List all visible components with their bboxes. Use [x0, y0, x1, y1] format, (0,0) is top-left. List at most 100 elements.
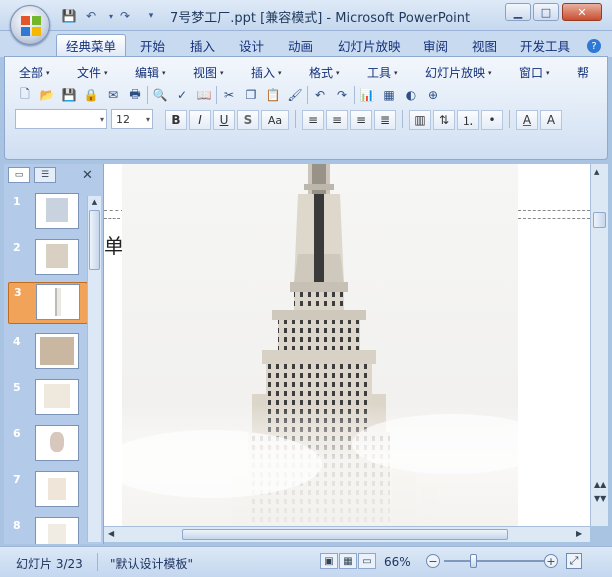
slide-thumbnail-image [35, 425, 79, 461]
menu-view[interactable]: 视图 ▾ [193, 64, 224, 81]
slide-thumbnail[interactable]: 7 [8, 470, 88, 510]
menu-edit[interactable]: 编辑 ▾ [135, 64, 166, 81]
scroll-right-icon[interactable]: ▶ [576, 529, 582, 538]
customize-qat-icon[interactable]: ▾ [142, 8, 160, 24]
scroll-thumb[interactable] [593, 212, 606, 228]
font-size-combo[interactable]: 12 ▾ [111, 109, 153, 129]
slide-photo[interactable] [122, 164, 518, 526]
align-right-icon[interactable]: ≡ [350, 110, 372, 130]
insert-table-icon[interactable]: ▦ [379, 85, 399, 105]
insert-chart-icon[interactable]: 📊 [357, 85, 377, 105]
menu-insert[interactable]: 插入 ▾ [251, 64, 282, 81]
research-icon[interactable]: 📖 [194, 85, 214, 105]
slideshow-icon[interactable]: ▭ [358, 553, 376, 569]
print-preview-icon[interactable]: 🔍 [150, 85, 170, 105]
menu-window[interactable]: 窗口 ▾ [519, 64, 550, 81]
tab-insert[interactable]: 插入 [181, 34, 224, 56]
tab-classic-menu[interactable]: 经典菜单 [56, 34, 127, 56]
menu-format[interactable]: 格式 ▾ [309, 64, 340, 81]
print-icon[interactable]: 🖶 [125, 85, 145, 105]
tab-slides[interactable]: ▭ [8, 167, 30, 183]
align-center-icon[interactable]: ≡ [326, 110, 348, 130]
permission-icon[interactable]: 🔒 [81, 85, 101, 105]
text-direction-icon[interactable]: ⇅ [433, 110, 455, 130]
tab-outline[interactable]: ☰ [34, 167, 56, 183]
menu-tools[interactable]: 工具 ▾ [367, 64, 398, 81]
scroll-up-icon[interactable]: ▲ [89, 198, 100, 208]
vertical-scrollbar[interactable]: ▲ ▲▲ ▼▼ [590, 164, 608, 526]
font-name-combo[interactable]: ▾ [15, 109, 107, 129]
open-icon[interactable]: 📂 [37, 85, 57, 105]
underline-button[interactable]: U [213, 110, 235, 130]
spelling-icon[interactable]: ✓ [172, 85, 192, 105]
zoom-in-icon[interactable]: + [544, 554, 558, 568]
office-button[interactable] [10, 5, 50, 45]
undo-icon[interactable]: ↶ [82, 8, 100, 24]
scroll-thumb[interactable] [182, 529, 508, 540]
previous-slide-icon[interactable]: ▲▲ [594, 480, 606, 489]
save-icon[interactable]: 💾 [60, 8, 78, 24]
menu-help[interactable]: 帮 [577, 64, 589, 81]
minimize-button[interactable]: ▁ [505, 3, 531, 21]
slide-title-text[interactable]: 单 [104, 230, 124, 259]
cut-icon[interactable]: ✂ [219, 85, 239, 105]
next-slide-icon[interactable]: ▼▼ [594, 494, 606, 503]
slide-thumbnail[interactable]: 2 [8, 238, 88, 278]
maximize-button[interactable]: □ [533, 3, 559, 21]
zoom-out-icon[interactable]: − [426, 554, 440, 568]
scroll-left-icon[interactable]: ◀ [108, 529, 114, 538]
slides-panel-scrollbar[interactable]: ▲ [87, 196, 101, 542]
undo-icon[interactable]: ↶ [310, 85, 330, 105]
redo-icon[interactable]: ↷ [332, 85, 352, 105]
close-button[interactable]: ✕ [562, 3, 602, 21]
grow-font-icon[interactable]: A [540, 110, 562, 130]
tab-home[interactable]: 开始 [131, 34, 174, 56]
tab-view[interactable]: 视图 [463, 34, 506, 56]
align-left-icon[interactable]: ≡ [302, 110, 324, 130]
slide-sorter-icon[interactable]: ▦ [339, 553, 357, 569]
slide-thumbnail[interactable]: 5 [8, 378, 88, 418]
color-grayscale-icon[interactable]: ◐ [401, 85, 421, 105]
redo-icon[interactable]: ↷ [116, 8, 134, 24]
change-case-button[interactable]: Aa [261, 110, 289, 130]
menu-all[interactable]: 全部 ▾ [19, 64, 50, 81]
tab-review[interactable]: 审阅 [414, 34, 457, 56]
close-icon[interactable]: ✕ [82, 168, 93, 183]
paste-icon[interactable]: 📋 [263, 85, 283, 105]
numbering-icon[interactable]: ⒈ [457, 110, 479, 130]
italic-button[interactable]: I [189, 110, 211, 130]
slide-thumbnail[interactable]: 8 [8, 516, 88, 544]
bold-button[interactable]: B [165, 110, 187, 130]
help-icon[interactable]: ? [587, 39, 601, 53]
zoom-icon[interactable]: ⊕ [423, 85, 443, 105]
slide-thumbnail[interactable]: 4 [8, 332, 88, 372]
bullets-icon[interactable]: • [481, 110, 503, 130]
slide-thumbnail[interactable]: 6 [8, 424, 88, 464]
zoom-level[interactable]: 66% [384, 555, 411, 569]
columns-icon[interactable]: ▥ [409, 110, 431, 130]
new-icon[interactable]: 🗋 [15, 85, 35, 105]
font-color-icon[interactable]: A [516, 110, 538, 130]
slide-canvas[interactable]: 单 [104, 164, 590, 526]
zoom-slider-track[interactable] [444, 560, 544, 562]
slide-thumbnail-selected[interactable]: 3 [8, 282, 88, 324]
scroll-up-icon[interactable]: ▲ [594, 168, 599, 176]
justify-icon[interactable]: ≣ [374, 110, 396, 130]
save-icon[interactable]: 💾 [59, 85, 79, 105]
scroll-thumb[interactable] [89, 210, 100, 270]
tab-design[interactable]: 设计 [230, 34, 273, 56]
normal-view-icon[interactable]: ▣ [320, 553, 338, 569]
tab-developer[interactable]: 开发工具 [511, 34, 579, 56]
menu-file[interactable]: 文件 ▾ [77, 64, 108, 81]
format-painter-icon[interactable]: 🖌 [285, 85, 305, 105]
slide-thumbnail[interactable]: 1 [8, 192, 88, 232]
zoom-slider-thumb[interactable] [470, 554, 477, 568]
copy-icon[interactable]: ❐ [241, 85, 261, 105]
fit-to-window-icon[interactable]: ⤢ [566, 553, 582, 569]
horizontal-scrollbar[interactable]: ◀ ▶ [104, 526, 590, 542]
tab-slideshow[interactable]: 幻灯片放映 [329, 34, 410, 56]
tab-animation[interactable]: 动画 [279, 34, 322, 56]
email-icon[interactable]: ✉ [103, 85, 123, 105]
menu-slideshow[interactable]: 幻灯片放映 ▾ [425, 64, 492, 81]
shadow-button[interactable]: S [237, 110, 259, 130]
